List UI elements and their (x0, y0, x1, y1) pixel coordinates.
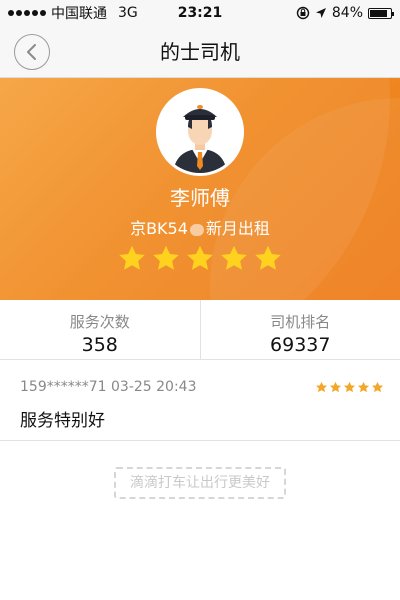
star-icon (315, 381, 328, 393)
star-icon (187, 245, 213, 270)
star-icon (221, 245, 247, 270)
driver-stats: 服务次数 358 司机排名 69337 (0, 300, 400, 360)
review-item: 159******71 03-25 20:43 服务特别好 (0, 369, 400, 441)
driver-profile-header: 李师傅 京BK54 新月出租 (0, 78, 400, 300)
star-icon (329, 381, 342, 393)
nav-bar: 的士司机 (0, 26, 400, 78)
slogan-watermark: 滴滴打车让出行更美好 (114, 467, 286, 499)
rotation-lock-icon (296, 6, 310, 20)
star-icon (343, 381, 356, 393)
star-icon (119, 245, 145, 270)
driver-avatar-icon (159, 91, 241, 173)
driver-rank-value: 69337 (270, 334, 331, 356)
star-icon (357, 381, 370, 393)
taxi-company: 新月出租 (205, 219, 270, 238)
review-datetime: 03-25 20:43 (111, 379, 197, 395)
review-text: 服务特别好 (20, 411, 105, 431)
service-count-value: 358 (81, 334, 118, 356)
driver-name: 李师傅 (170, 186, 230, 210)
review-rating-stars (314, 379, 384, 398)
star-icon (255, 245, 281, 270)
driver-rank-stat: 司机排名 69337 (199, 300, 400, 359)
service-count-stat: 服务次数 358 (0, 300, 200, 359)
network-type: 3G (118, 5, 138, 21)
plate-and-company: 京BK54 新月出租 (0, 215, 400, 239)
battery-percent: 84% (331, 5, 363, 21)
location-arrow-icon (315, 8, 326, 18)
review-user: 159******71 (20, 379, 107, 395)
driver-rank-label: 司机排名 (270, 313, 331, 331)
back-button[interactable] (14, 34, 50, 70)
signal-strength-icon (8, 10, 46, 16)
star-icon (371, 381, 384, 393)
star-icon (153, 245, 179, 270)
service-count-label: 服务次数 (69, 313, 130, 331)
review-meta: 159******71 03-25 20:43 (20, 379, 196, 395)
driver-avatar (156, 88, 244, 176)
page-title: 的士司机 (160, 40, 240, 64)
license-plate: 京BK54 (130, 219, 188, 238)
plate-redaction (189, 223, 204, 236)
driver-rating-stars (0, 244, 400, 278)
battery-icon (368, 7, 394, 19)
chevron-left-icon (27, 44, 36, 60)
carrier-name: 中国联通 (51, 6, 107, 22)
status-bar: 中国联通 3G 23:21 84% (0, 0, 400, 26)
